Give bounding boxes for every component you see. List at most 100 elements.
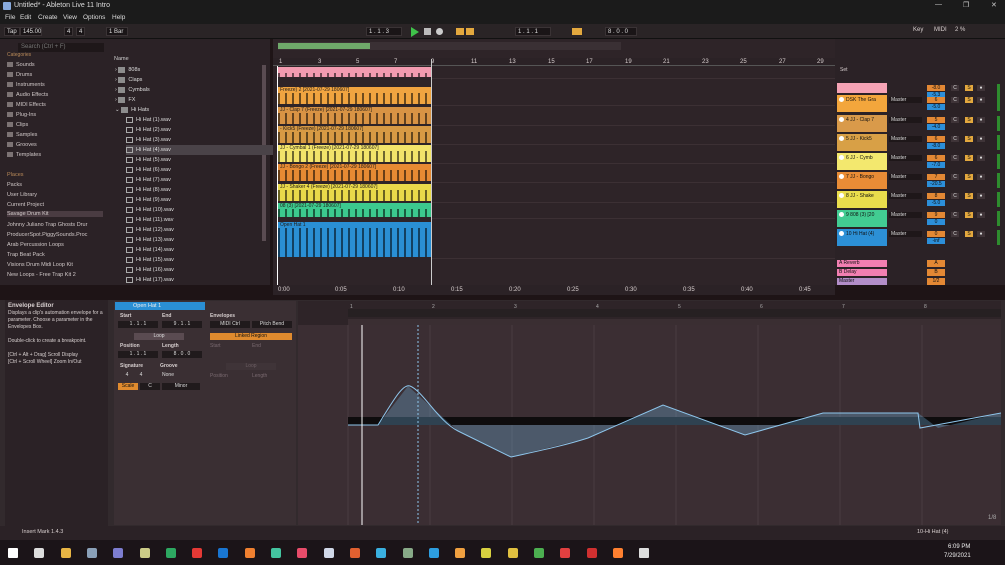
return-track-header[interactable]: A Reverb — [837, 260, 887, 267]
track-activator-icon[interactable] — [839, 212, 844, 218]
quantize-select[interactable]: 1 Bar — [106, 27, 128, 36]
bar-ruler[interactable]: 1 3 5 7 9 11 13 15 17 19 21 23 25 27 29 — [273, 58, 835, 66]
track-volume[interactable]: 8 — [927, 193, 945, 199]
track-pan-value[interactable]: -8.0 — [927, 143, 945, 149]
app-icon[interactable] — [165, 548, 176, 558]
place-item[interactable]: Visions Drum Midi Loop Kit — [7, 262, 103, 268]
track-pan[interactable]: C — [951, 155, 959, 161]
place-packs[interactable]: Packs — [7, 182, 103, 188]
song-position[interactable]: 1 . 1 . 3 — [366, 27, 402, 36]
place-item[interactable]: Arab Percussion Loops — [7, 242, 103, 248]
env-loop-bar[interactable] — [348, 309, 1001, 317]
maximize-icon[interactable]: ❐ — [963, 1, 969, 9]
arm-button[interactable]: ● — [977, 97, 985, 103]
track-header[interactable]: 5 JJ - Kick5 — [837, 134, 887, 151]
track-activator-icon[interactable] — [839, 136, 844, 142]
solo-button[interactable]: S — [965, 231, 973, 237]
category-templates[interactable]: Templates — [7, 152, 41, 158]
app-icon[interactable] — [481, 548, 492, 558]
sig-num-field[interactable]: 4 — [122, 372, 132, 379]
arrangement-clip[interactable]: JJ - Clap 7 (Freeze) [2021-07-29 180607] — [278, 107, 431, 124]
time-ruler[interactable]: 0:00 0:05 0:10 0:15 0:20 0:25 0:30 0:35 … — [273, 285, 835, 295]
app-icon[interactable] — [349, 548, 360, 558]
start-field[interactable]: 1 . 1 . 1 — [118, 321, 158, 328]
file-item[interactable]: Hi Hat (5).wav — [126, 155, 274, 165]
app-icon[interactable] — [192, 548, 203, 558]
app-icon[interactable] — [218, 548, 229, 558]
menu-options[interactable]: Options — [83, 14, 105, 21]
arm-button[interactable]: ● — [977, 231, 985, 237]
arrangement-clip[interactable]: - Kick5 (Freeze) [2021-07-29 180607] — [278, 126, 431, 143]
track-volume[interactable]: 9 — [927, 212, 945, 218]
file-item[interactable]: Hi Hat (3).wav — [126, 135, 274, 145]
file-item[interactable]: Hi Hat (8).wav — [126, 185, 274, 195]
track-activator-icon[interactable] — [839, 193, 844, 199]
output-routing-select[interactable]: Master — [889, 155, 922, 161]
time-sig-den[interactable]: 4 — [76, 27, 86, 36]
place-item[interactable]: New Loops - Free Trap Kit 2 — [7, 272, 103, 278]
category-plug-ins[interactable]: Plug-Ins — [7, 112, 36, 118]
tempo-field[interactable]: 145.00 — [20, 27, 42, 36]
solo-button[interactable]: S — [965, 97, 973, 103]
category-grooves[interactable]: Grooves — [7, 142, 37, 148]
track-activator-icon[interactable] — [839, 231, 844, 237]
menu-help[interactable]: Help — [112, 14, 125, 21]
place-item[interactable]: Johnny Juliano Trap Ghosts Drur — [7, 222, 103, 228]
solo-button[interactable]: S — [965, 155, 973, 161]
chrome-icon[interactable] — [534, 548, 544, 558]
arm-button[interactable]: ● — [977, 212, 985, 218]
file-item[interactable]: Hi Hat (14).wav — [126, 245, 274, 255]
track-pan-value[interactable]: -5.0 — [927, 200, 945, 206]
track-header[interactable] — [837, 83, 887, 93]
browser-search-input[interactable]: Search (Ctrl + F) — [18, 43, 104, 52]
app-icon[interactable] — [455, 548, 466, 558]
track-header[interactable]: 8 JJ - Shake — [837, 191, 887, 208]
file-item[interactable]: Hi Hat (2).wav — [126, 125, 274, 135]
stop-icon[interactable] — [424, 28, 431, 35]
envelope-param-select[interactable]: Pitch Bend — [252, 321, 292, 328]
folder-claps[interactable]: › Claps — [115, 75, 263, 85]
groove-select[interactable]: None — [160, 372, 176, 379]
return-send[interactable]: 1/2 — [927, 278, 945, 285]
output-routing-select[interactable]: Master — [889, 136, 922, 142]
track-volume[interactable]: 0 — [927, 231, 945, 237]
arm-button[interactable]: ● — [977, 193, 985, 199]
track-pan[interactable]: C — [951, 117, 959, 123]
tap-button[interactable]: Tap — [4, 27, 20, 36]
overview-strip[interactable] — [278, 42, 621, 50]
minimize-icon[interactable]: — — [935, 1, 942, 8]
category-sounds[interactable]: Sounds — [7, 62, 35, 68]
return-send[interactable]: B — [927, 269, 945, 276]
output-routing-select[interactable]: Master — [889, 212, 922, 218]
menu-create[interactable]: Create — [38, 14, 58, 21]
file-item[interactable]: Hi Hat (7).wav — [126, 175, 274, 185]
arrangement-clip[interactable]: Open Hat 1 — [278, 222, 431, 257]
folder-808s[interactable]: › 808s — [115, 65, 263, 75]
track-activator-icon[interactable] — [839, 155, 844, 161]
envelope-editor-display[interactable]: 1 2 3 4 5 6 7 8 1/8 — [298, 301, 1002, 525]
arm-button[interactable]: ● — [977, 117, 985, 123]
category-drums[interactable]: Drums — [7, 72, 32, 78]
track-header[interactable]: 9 808 (3) [20 — [837, 210, 887, 227]
start-icon[interactable] — [8, 548, 18, 558]
envelope-device-select[interactable]: MIDI Ctrl — [210, 321, 250, 328]
settings-icon[interactable] — [639, 548, 650, 558]
envelope-graph[interactable]: 1 2 3 4 5 6 7 8 1/8 — [298, 301, 1002, 525]
track-pan[interactable]: C — [951, 193, 959, 199]
track-volume[interactable]: -8.0 — [927, 85, 945, 91]
env-loop-button[interactable]: Loop — [226, 363, 276, 370]
solo-button[interactable]: S — [965, 117, 973, 123]
arrangement-clip[interactable]: JJ - Cymbal 1 (Freeze) [2021-07-29 18060… — [278, 145, 431, 162]
output-routing-select[interactable]: Master — [889, 231, 922, 237]
file-explorer-icon[interactable] — [60, 548, 71, 558]
track-volume[interactable]: 6 — [927, 136, 945, 142]
output-routing-select[interactable]: Master — [889, 193, 922, 199]
place-savage-drum-kit[interactable]: Savage Drum Kit — [7, 211, 103, 217]
ableton-icon[interactable] — [271, 548, 281, 558]
file-item[interactable]: Hi Hat (12).wav — [126, 225, 274, 235]
file-item[interactable]: Hi Hat (11).wav — [126, 215, 274, 225]
output-routing-select[interactable]: Master — [889, 117, 922, 123]
brave-icon[interactable] — [560, 548, 571, 558]
arrangement-clip[interactable]: Freeze) 2 [2021-07-29 180607] — [278, 87, 431, 104]
set-button[interactable]: Set — [840, 67, 848, 73]
